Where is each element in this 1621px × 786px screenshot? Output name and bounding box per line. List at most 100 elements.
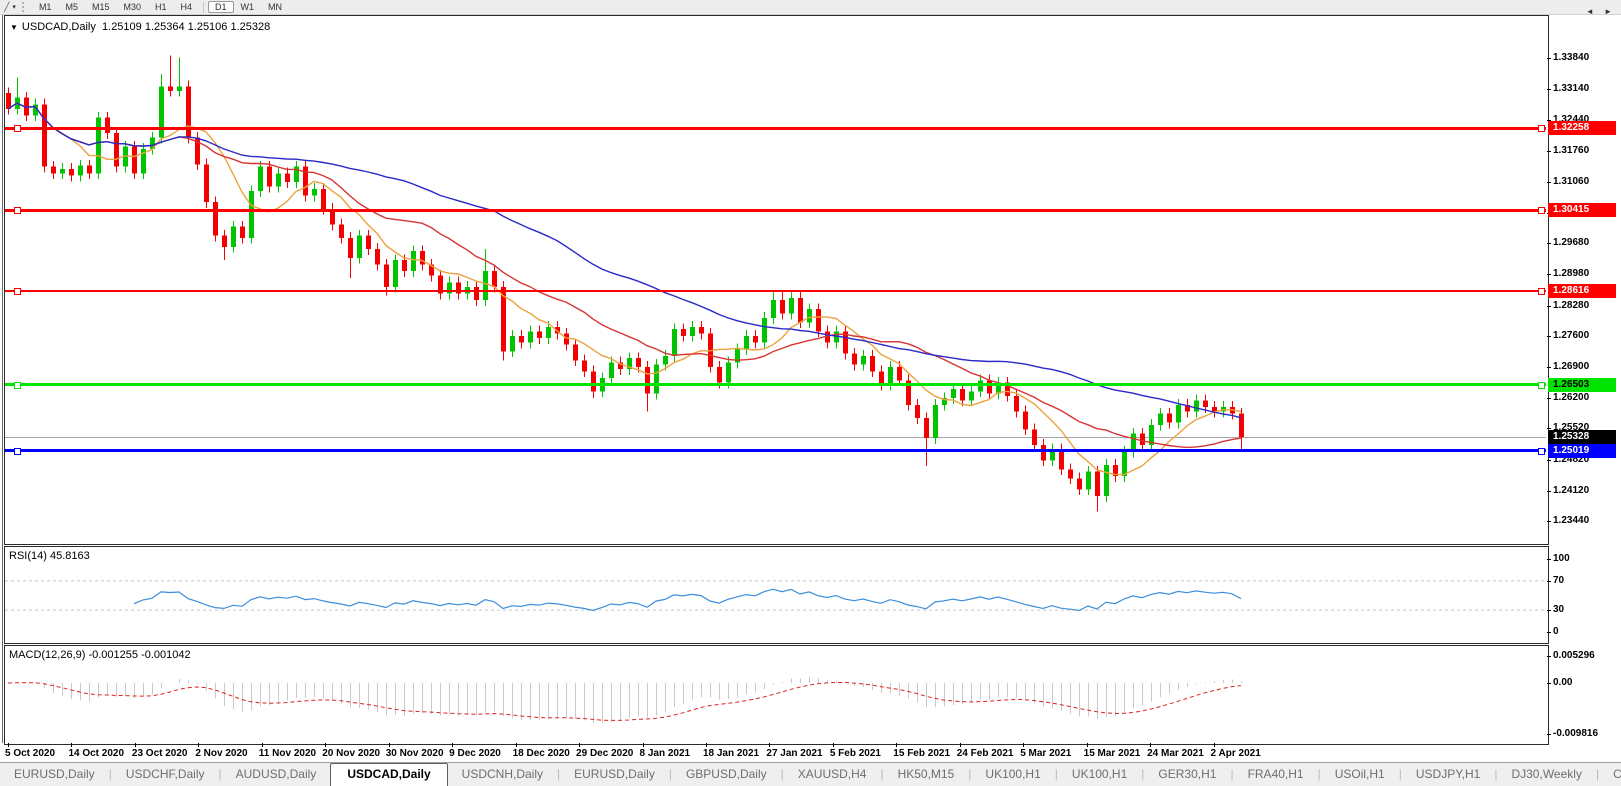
macd-axis-label: 0.005296 [1553, 649, 1595, 661]
date-axis-tick [388, 743, 390, 747]
timeframe-button-w1[interactable]: W1 [234, 1, 262, 13]
date-axis-tick [1086, 743, 1088, 747]
chart-tab-china300-h1[interactable]: CHINA300,H1 [1599, 763, 1621, 786]
line-anchor-handle[interactable] [1538, 447, 1545, 455]
chart-tab-eurusd-daily[interactable]: EURUSD,Daily [560, 763, 669, 786]
date-axis-label: 2 Apr 2021 [1210, 748, 1261, 759]
date-axis-label: 14 Oct 2020 [68, 748, 125, 759]
price-axis-tick [1547, 366, 1551, 368]
line-anchor-handle[interactable] [1538, 287, 1545, 295]
chart-tab-hk50-m15[interactable]: HK50,M15 [884, 763, 969, 786]
line-anchor-handle[interactable] [14, 381, 21, 389]
macd-label: MACD(12,26,9) -0.001255 -0.001042 [9, 649, 191, 661]
price-axis-tick [1547, 459, 1551, 461]
macd-panel[interactable] [4, 645, 1549, 745]
price-axis-tick [1547, 89, 1551, 91]
chart-tab-usoil-h1[interactable]: USOil,H1 [1321, 763, 1399, 786]
timeframe-button-d1[interactable]: D1 [208, 1, 234, 13]
chart-symbol-label: ▼ USDCAD,Daily 1.25109 1.25364 1.25106 1.… [10, 21, 270, 33]
date-axis-label: 11 Nov 2020 [258, 748, 317, 759]
chart-tab-uk100-h1[interactable]: UK100,H1 [971, 763, 1054, 786]
chart-tab-eurusd-daily[interactable]: EURUSD,Daily [0, 763, 109, 786]
price-axis-tick [1547, 243, 1551, 245]
date-axis-tick [452, 743, 454, 747]
chart-tab-usdchf-daily[interactable]: USDCHF,Daily [112, 763, 219, 786]
timeframe-button-m5[interactable]: M5 [58, 1, 85, 13]
macd-axis-label: 0.00 [1553, 677, 1573, 688]
mt4-terminal: { "icons": { "toolbar_tool": "╱", "toolb… [0, 0, 1621, 786]
price-axis-label: 1.31060 [1553, 175, 1590, 187]
price-axis-tick [1547, 274, 1551, 276]
tab-scroll-left-icon[interactable]: ◄ [1582, 7, 1598, 16]
date-axis-label: 30 Nov 2020 [385, 748, 444, 759]
price-axis-tick [1547, 490, 1551, 492]
price-axis-label: 1.33140 [1553, 83, 1590, 95]
chart-tab-usdcnh-daily[interactable]: USDCNH,Daily [448, 763, 557, 786]
rsi-panel[interactable] [4, 546, 1549, 644]
line-anchor-handle[interactable] [14, 287, 21, 295]
price-axis-tick [1547, 305, 1551, 307]
date-axis-label: 23 Oct 2020 [131, 748, 188, 759]
chart-tab-xauusd-h4[interactable]: XAUUSD,H4 [784, 763, 881, 786]
date-axis-tick [579, 743, 581, 747]
line-anchor-handle[interactable] [14, 125, 21, 133]
price-axis-label: 1.31760 [1553, 144, 1590, 156]
line-anchor-handle[interactable] [1538, 125, 1545, 133]
date-axis-label: 29 Dec 2020 [576, 748, 634, 759]
chart-tab-dj30-weekly[interactable]: DJ30,Weekly [1497, 763, 1595, 786]
candlestick-plot[interactable] [5, 16, 1546, 542]
timeframe-button-mn[interactable]: MN [261, 1, 289, 13]
price-axis-tick [1547, 150, 1551, 152]
macd-axis-label: -0.009816 [1553, 727, 1599, 739]
price-level-badge: 1.32258 [1548, 121, 1616, 136]
price-axis-label: 1.28280 [1553, 299, 1590, 311]
chart-tab-uk100-h1[interactable]: UK100,H1 [1058, 763, 1141, 786]
chart-tab-fra40-h1[interactable]: FRA40,H1 [1234, 763, 1318, 786]
toolbar-grip[interactable] [21, 2, 27, 12]
chart-tab-audusd-daily[interactable]: AUDUSD,Daily [222, 763, 331, 786]
chart-tab-gbpusd-daily[interactable]: GBPUSD,Daily [672, 763, 781, 786]
date-axis-label: 18 Jan 2021 [702, 748, 760, 759]
timeframe-toolbar: ╱ ▾ M1 M5 M15 M30 H1 H4 D1 W1 MN [0, 0, 1621, 15]
line-anchor-handle[interactable] [1538, 207, 1545, 215]
date-axis-tick [71, 743, 73, 747]
symbol-dropdown-icon[interactable]: ▼ [10, 23, 22, 32]
tab-scroll-right-icon[interactable]: ► [1600, 7, 1616, 16]
macd-plot[interactable] [5, 646, 1546, 742]
tab-scroll-controls: ◄ ► [1582, 7, 1616, 16]
chart-tab-usdcad-daily[interactable]: USDCAD,Daily [330, 763, 448, 786]
timeframe-button-h4[interactable]: H4 [174, 1, 200, 13]
rsi-axis-label: 100 [1553, 553, 1570, 564]
rsi-axis-label: 30 [1553, 604, 1565, 616]
rsi-axis-tick [1547, 632, 1551, 633]
line-anchor-handle[interactable] [1538, 381, 1545, 389]
line-tool-caret-icon[interactable]: ▾ [12, 3, 20, 11]
line-anchor-handle[interactable] [14, 447, 21, 455]
line-tool-icon[interactable]: ╱ [0, 2, 12, 13]
date-axis-label: 9 Dec 2020 [449, 748, 501, 759]
date-axis-tick [769, 743, 771, 747]
chart-tab-ger30-h1[interactable]: GER30,H1 [1144, 763, 1230, 786]
date-axis-tick [896, 743, 898, 747]
date-axis-label: 27 Jan 2021 [766, 748, 823, 759]
date-axis-tick [515, 743, 517, 747]
timeframe-button-m15[interactable]: M15 [85, 1, 117, 13]
date-axis-tick [1150, 743, 1152, 747]
date-axis-label: 20 Nov 2020 [322, 748, 381, 759]
rsi-plot[interactable] [5, 547, 1546, 641]
symbol-name: USDCAD,Daily [21, 21, 96, 33]
timeframe-button-h1[interactable]: H1 [148, 1, 174, 13]
price-chart-panel[interactable] [4, 15, 1549, 545]
date-axis-label: 15 Feb 2021 [893, 748, 951, 759]
timeframe-button-m1[interactable]: M1 [32, 1, 59, 13]
price-axis-label: 1.26200 [1553, 392, 1590, 404]
price-axis-tick [1547, 520, 1551, 522]
line-anchor-handle[interactable] [14, 207, 21, 215]
chart-tab-usdjpy-h1[interactable]: USDJPY,H1 [1402, 763, 1494, 786]
date-axis-tick [8, 743, 9, 747]
date-axis-label: 24 Mar 2021 [1147, 748, 1204, 759]
date-axis-tick [198, 743, 200, 747]
date-axis-tick [959, 743, 961, 747]
price-axis-label: 1.33840 [1553, 52, 1590, 63]
timeframe-button-m30[interactable]: M30 [116, 1, 148, 13]
